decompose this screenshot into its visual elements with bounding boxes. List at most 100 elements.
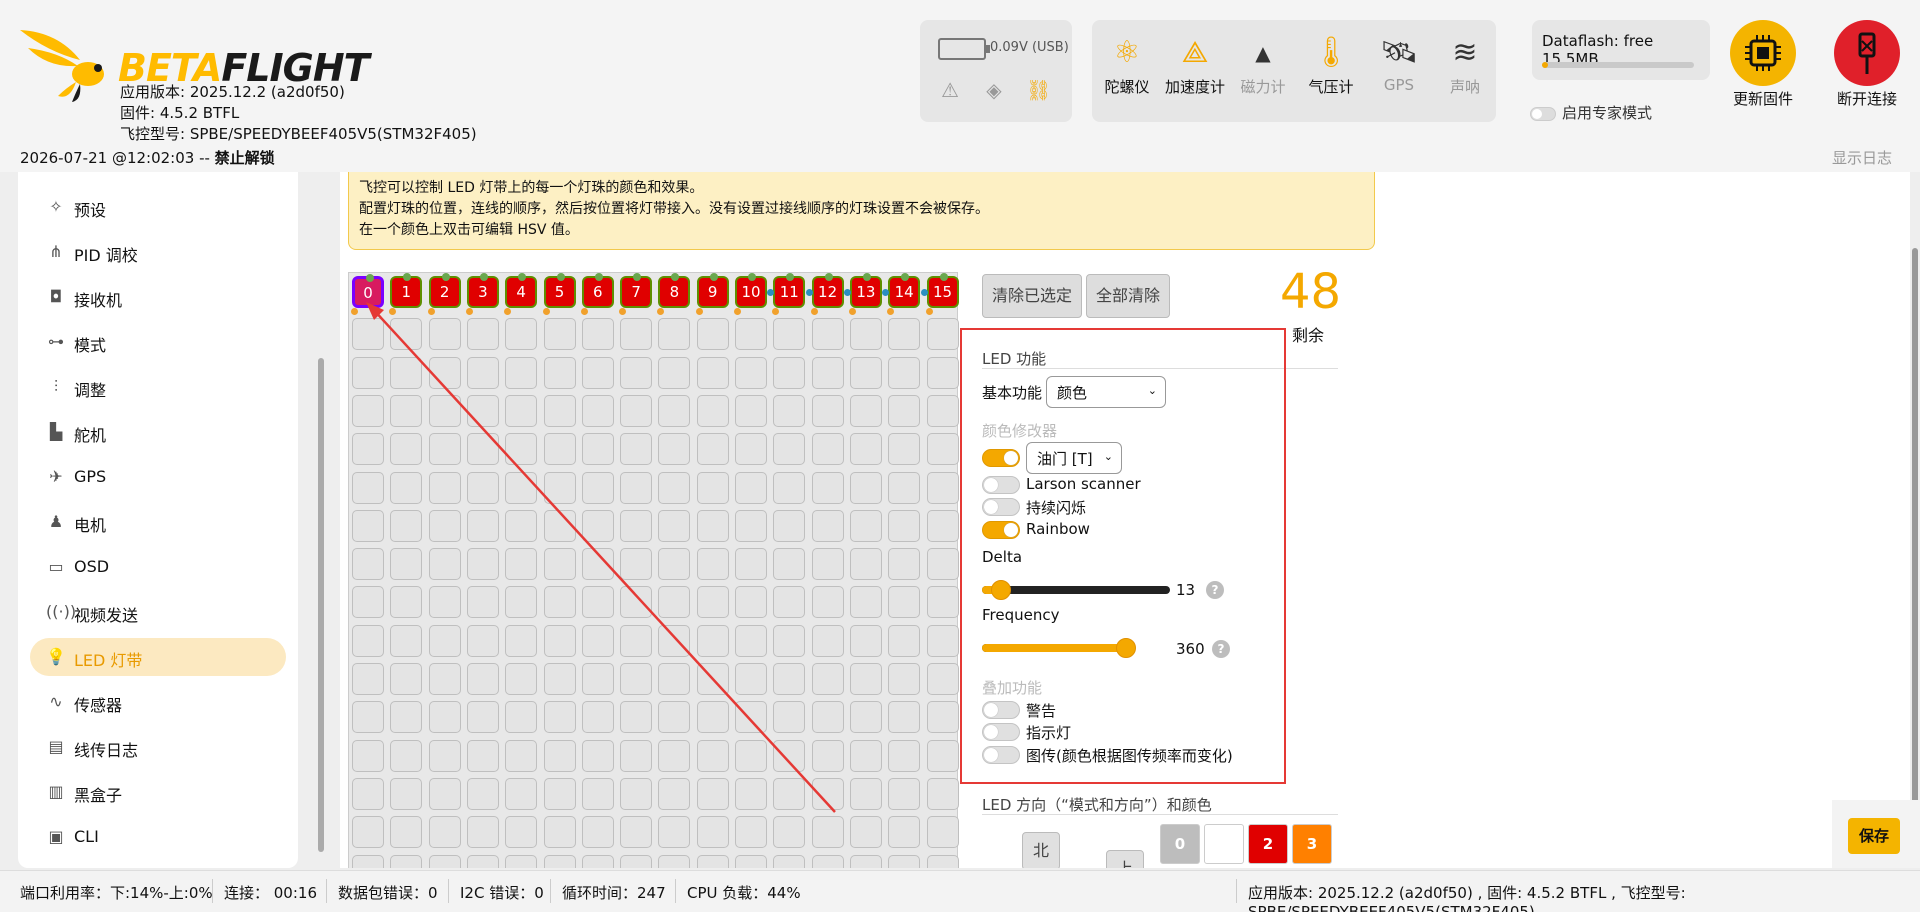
led-grid-cell[interactable] — [926, 318, 959, 351]
led-grid-cell[interactable] — [581, 509, 614, 542]
led-grid-cell[interactable] — [888, 394, 921, 427]
led-15[interactable]: 15 — [926, 273, 959, 308]
led-grid-cell[interactable] — [390, 356, 423, 389]
led-grid-cell[interactable] — [735, 854, 767, 868]
led-grid-cell[interactable] — [428, 701, 461, 734]
led-grid-cell[interactable] — [811, 356, 844, 389]
show-log-link[interactable]: 显示日志 — [1832, 147, 1892, 168]
disconnect-button[interactable] — [1834, 20, 1900, 86]
led-grid-cell[interactable] — [849, 356, 882, 389]
led-grid-cell[interactable] — [926, 509, 959, 542]
led-grid-cell[interactable] — [428, 854, 461, 868]
led-grid-cell[interactable] — [849, 854, 882, 868]
led-grid-cell[interactable] — [505, 356, 538, 389]
led-grid-cell[interactable] — [773, 509, 806, 542]
led-grid-cell[interactable] — [390, 816, 423, 849]
led-grid-cell[interactable] — [926, 433, 959, 466]
led-grid-cell[interactable] — [811, 548, 844, 581]
led-grid-cell[interactable] — [581, 356, 614, 389]
led-grid-cell[interactable] — [620, 471, 653, 504]
led-grid-cell[interactable] — [543, 394, 576, 427]
led-grid-cell[interactable] — [543, 433, 576, 466]
led-grid-cell[interactable] — [543, 318, 576, 351]
led-grid-cell[interactable] — [888, 816, 921, 849]
led-grid-cell[interactable] — [926, 394, 959, 427]
led-grid-cell[interactable] — [466, 701, 499, 734]
led-grid-cell[interactable] — [505, 509, 538, 542]
led-grid-cell[interactable] — [773, 548, 806, 581]
led-grid-cell[interactable] — [543, 471, 576, 504]
led-grid-cell[interactable] — [811, 777, 844, 810]
led-grid-cell[interactable] — [543, 701, 576, 734]
led-grid-cell[interactable] — [620, 816, 653, 849]
led-grid-cell[interactable] — [696, 624, 729, 657]
led-grid-cell[interactable] — [773, 854, 806, 868]
led-grid-cell[interactable] — [773, 471, 806, 504]
sidebar-item-vtx[interactable]: ((·)) 视频发送 — [30, 593, 286, 631]
led-4[interactable]: 4 — [505, 273, 538, 308]
led-12[interactable]: 12 — [811, 273, 844, 308]
led-grid-cell[interactable] — [926, 854, 959, 868]
sidebar-item-blackbox[interactable]: ▥ 黑盒子 — [30, 773, 286, 811]
led-grid-cell[interactable] — [620, 433, 653, 466]
led-grid-cell[interactable] — [696, 471, 729, 504]
led-grid-cell[interactable] — [696, 816, 729, 849]
led-grid-cell[interactable] — [811, 318, 844, 351]
led-grid-cell[interactable] — [466, 816, 499, 849]
led-grid-cell[interactable] — [773, 394, 806, 427]
led-grid-cell[interactable] — [352, 816, 384, 849]
led-grid-cell[interactable] — [849, 586, 882, 619]
led-grid-cell[interactable] — [543, 509, 576, 542]
led-grid-cell[interactable] — [773, 777, 806, 810]
led-grid-cell[interactable] — [658, 586, 691, 619]
led-grid-cell[interactable] — [428, 624, 461, 657]
led-3[interactable]: 3 — [466, 273, 499, 308]
led-grid-cell[interactable] — [773, 433, 806, 466]
led-grid-cell[interactable] — [735, 739, 767, 772]
led-grid-cell[interactable] — [811, 471, 844, 504]
led-5[interactable]: 5 — [543, 273, 576, 308]
led-grid-cell[interactable] — [735, 816, 767, 849]
led-grid-cell[interactable] — [658, 318, 691, 351]
led-grid-cell[interactable] — [658, 548, 691, 581]
led-grid-cell[interactable] — [620, 509, 653, 542]
led-grid-cell[interactable] — [696, 701, 729, 734]
led-grid-cell[interactable] — [505, 318, 538, 351]
led-grid-cell[interactable] — [735, 318, 767, 351]
led-grid-cell[interactable] — [735, 663, 767, 695]
led-grid-cell[interactable] — [428, 356, 461, 389]
update-firmware-button[interactable] — [1730, 20, 1796, 86]
led-grid-cell[interactable] — [581, 318, 614, 351]
led-14[interactable]: 14 — [888, 273, 921, 308]
led-grid-cell[interactable] — [390, 548, 423, 581]
led-grid-cell[interactable] — [926, 586, 959, 619]
led-grid-cell[interactable] — [390, 663, 423, 695]
led-grid-cell[interactable] — [581, 854, 614, 868]
led-grid-cell[interactable] — [428, 663, 461, 695]
led-grid-cell[interactable] — [773, 739, 806, 772]
led-grid[interactable]: 0 1 2 3 4 5 6 7 8 9 10 11 12 13 14 15 — [348, 272, 959, 868]
led-9[interactable]: 9 — [696, 273, 729, 308]
led-grid-cell[interactable] — [735, 471, 767, 504]
led-grid-cell[interactable] — [888, 356, 921, 389]
led-grid-cell[interactable] — [696, 663, 729, 695]
led-grid-cell[interactable] — [352, 394, 384, 427]
led-grid-cell[interactable] — [888, 509, 921, 542]
led-11[interactable]: 11 — [773, 273, 806, 308]
led-grid-cell[interactable] — [428, 318, 461, 351]
led-1[interactable]: 1 — [390, 273, 423, 308]
led-grid-cell[interactable] — [505, 624, 538, 657]
led-grid-cell[interactable] — [505, 701, 538, 734]
led-grid-cell[interactable] — [352, 586, 384, 619]
led-grid-cell[interactable] — [352, 739, 384, 772]
sidebar-item-motors[interactable]: ♟ 电机 — [30, 503, 286, 541]
led-grid-cell[interactable] — [543, 586, 576, 619]
led-grid-cell[interactable] — [352, 509, 384, 542]
led-grid-cell[interactable] — [428, 548, 461, 581]
led-grid-cell[interactable] — [543, 739, 576, 772]
led-grid-cell[interactable] — [735, 394, 767, 427]
led-grid-cell[interactable] — [696, 739, 729, 772]
led-grid-cell[interactable] — [735, 777, 767, 810]
led-grid-cell[interactable] — [466, 394, 499, 427]
led-grid-cell[interactable] — [466, 624, 499, 657]
